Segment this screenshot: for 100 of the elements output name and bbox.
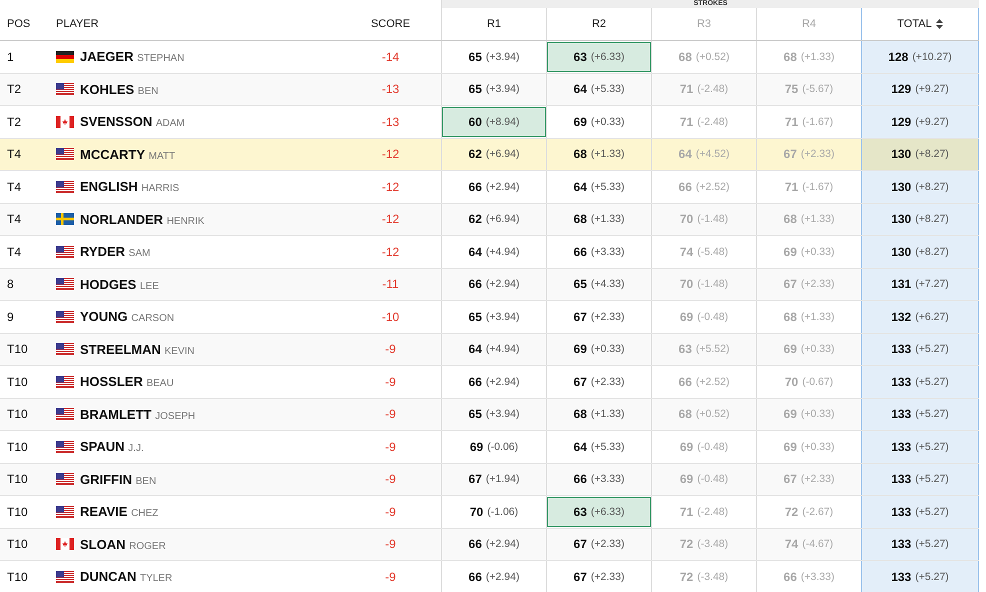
- total-score-cell: 130 (+8.27): [891, 244, 949, 259]
- total-score-cell: 128 (+10.27): [888, 50, 952, 64]
- us-flag-icon: [56, 343, 74, 356]
- round-score-cell: 75 (-5.67): [784, 82, 834, 96]
- round-score-cell: 64 (+4.52): [678, 147, 730, 162]
- round-score-cell: 67 (+2.33): [574, 374, 624, 389]
- position-text: T4: [7, 180, 22, 194]
- round-score-cell: 63 (+6.33): [547, 42, 651, 72]
- player-name[interactable]: SPAUN J.J.: [80, 439, 144, 454]
- round-score-cell: 68 (+1.33): [574, 407, 624, 422]
- german-flag-icon: [56, 50, 74, 63]
- position-text: 8: [7, 277, 14, 292]
- round-score-cell: 69 (+0.33): [784, 407, 834, 422]
- score-text: -9: [385, 440, 396, 454]
- round-score-cell: 66 (+2.52): [678, 374, 730, 389]
- score-text: -9: [385, 407, 396, 422]
- round-score-cell: 65 (+4.33): [574, 277, 624, 292]
- player-name[interactable]: HOSSLER BEAU: [80, 374, 174, 390]
- player-name[interactable]: GRIFFIN BEN: [80, 472, 156, 487]
- round-score-cell: 64 (+4.94): [468, 244, 520, 259]
- player-name[interactable]: NORLANDER HENRIK: [80, 212, 204, 227]
- total-score-cell: 130 (+8.27): [891, 212, 949, 226]
- round-score-cell: 71 (-1.67): [784, 114, 834, 129]
- column-header[interactable]: R2: [592, 18, 606, 30]
- column-header: SCORE: [370, 18, 410, 30]
- round-score-cell: 72 (-3.48): [680, 537, 728, 552]
- round-score-cell: 64 (+5.33): [574, 180, 624, 194]
- score-text: -13: [382, 114, 400, 129]
- player-name[interactable]: YOUNG CARSON: [80, 309, 174, 324]
- position-text: 1: [7, 50, 14, 64]
- round-score-cell: 66 (+2.52): [678, 180, 730, 194]
- score-text: -9: [385, 472, 396, 486]
- total-score-cell: 129 (+9.27): [891, 82, 949, 96]
- position-text: T4: [7, 147, 22, 162]
- round-score-cell: 68 (+0.52): [678, 50, 730, 64]
- total-score-cell: 133 (+5.27): [891, 407, 949, 422]
- position-text: T10: [7, 342, 28, 356]
- position-text: T10: [7, 440, 28, 454]
- round-score-cell: 65 (+3.94): [468, 407, 520, 422]
- player-name[interactable]: KOHLES BEN: [80, 82, 158, 97]
- total-score-cell: 130 (+8.27): [891, 180, 949, 194]
- sort-icon[interactable]: [936, 19, 943, 29]
- player-name[interactable]: STREELMAN KEVIN: [80, 342, 195, 357]
- round-score-cell: 63 (+5.52): [678, 342, 730, 356]
- player-name[interactable]: MCCARTY MATT: [80, 146, 176, 162]
- us-flag-icon: [56, 408, 74, 420]
- us-flag-icon: [56, 246, 74, 258]
- score-text: -9: [385, 504, 396, 519]
- score-text: -12: [382, 180, 400, 194]
- round-score-cell: 71 (-2.48): [680, 82, 728, 96]
- round-score-cell: 69 (-0.06): [470, 440, 518, 454]
- column-header[interactable]: TOTAL: [897, 18, 932, 30]
- round-score-cell: 71 (-1.67): [784, 180, 834, 194]
- score-text: -12: [382, 212, 400, 226]
- player-name[interactable]: REAVIE CHEZ: [80, 504, 158, 520]
- score-text: -13: [382, 82, 400, 96]
- score-text: -10: [382, 310, 400, 324]
- round-score-cell: 68 (+1.33): [574, 212, 624, 226]
- player-name[interactable]: JAEGER STEPHAN: [80, 49, 184, 64]
- player-name[interactable]: HODGES LEE: [80, 276, 159, 292]
- column-header[interactable]: R1: [486, 18, 502, 30]
- round-score-cell: 62 (+6.94): [468, 147, 520, 162]
- position-text: T10: [7, 374, 28, 389]
- total-score-cell: 133 (+5.27): [891, 374, 949, 389]
- total-score-cell: 133 (+5.27): [891, 504, 949, 519]
- position-text: T10: [7, 570, 28, 584]
- us-flag-icon: [56, 440, 74, 453]
- round-score-cell: 69 (+0.33): [574, 114, 624, 129]
- round-score-cell: 69 (+0.33): [784, 440, 834, 454]
- round-score-cell: 65 (+3.94): [468, 82, 520, 96]
- score-text: -9: [385, 570, 396, 584]
- round-score-cell: 70 (-1.48): [680, 212, 728, 226]
- score-text: -9: [385, 342, 396, 356]
- score-text: -12: [382, 244, 400, 259]
- position-text: T10: [7, 472, 28, 486]
- round-score-cell: 68 (+0.52): [678, 407, 730, 422]
- total-score-cell: 130 (+8.27): [891, 147, 949, 162]
- canadian-flag-icon: [56, 538, 74, 550]
- round-score-cell: 74 (-4.67): [784, 537, 834, 552]
- player-name[interactable]: SLOAN ROGER: [80, 536, 166, 552]
- round-score-cell: 66 (+2.94): [468, 374, 520, 389]
- score-text: -14: [382, 50, 400, 64]
- player-name[interactable]: RYDER SAM: [80, 244, 150, 260]
- player-name[interactable]: SVENSSON ADAM: [80, 114, 185, 130]
- score-text: -9: [385, 537, 396, 552]
- position-text: T2: [7, 114, 22, 129]
- player-name[interactable]: DUNCAN TYLER: [80, 569, 172, 584]
- player-name[interactable]: BRAMLETT JOSEPH: [80, 406, 196, 422]
- total-score-cell: 133 (+5.27): [891, 342, 949, 356]
- score-text: -9: [385, 374, 396, 389]
- round-score-cell: 67 (+2.33): [784, 147, 834, 162]
- round-score-cell: 69 (+0.33): [784, 342, 834, 356]
- swedish-flag-icon: [56, 213, 74, 226]
- player-name[interactable]: ENGLISH HARRIS: [80, 179, 180, 194]
- round-score-cell: 65 (+3.94): [468, 310, 520, 324]
- round-score-cell: 68 (+1.33): [784, 50, 834, 64]
- us-flag-icon: [56, 180, 74, 193]
- round-score-cell: 68 (+1.33): [784, 310, 834, 324]
- round-score-cell: 66 (+3.33): [574, 244, 624, 259]
- round-score-cell: 67 (+2.33): [574, 537, 624, 552]
